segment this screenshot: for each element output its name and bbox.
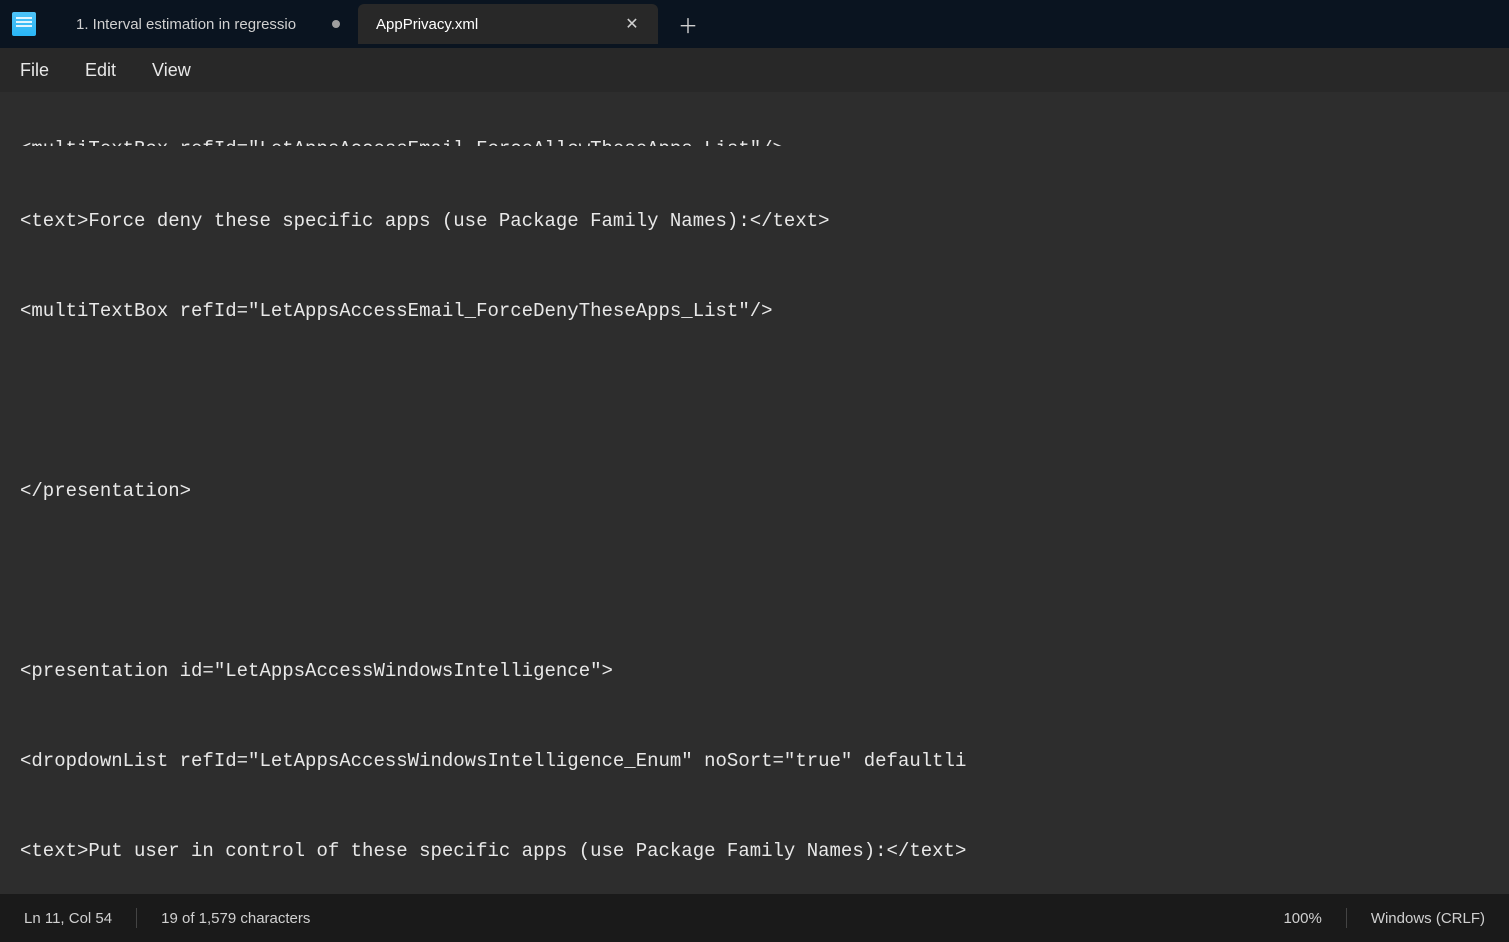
code-line: [20, 386, 1489, 416]
separator: [1346, 908, 1347, 928]
text-editor[interactable]: <multiTextBox refId="LetAppsAccessEmail_…: [0, 92, 1509, 894]
code-line: <presentation id="LetAppsAccessWindowsIn…: [20, 656, 1489, 686]
zoom-level[interactable]: 100%: [1283, 910, 1321, 927]
statusbar: Ln 11, Col 54 19 of 1,579 characters 100…: [0, 894, 1509, 942]
menubar: File Edit View: [0, 48, 1509, 92]
selection-count: 19 of 1,579 characters: [161, 910, 310, 927]
code-line: <dropdownList refId="LetAppsAccessWindow…: [20, 746, 1489, 776]
dirty-indicator-icon: [332, 20, 340, 28]
tab-title: AppPrivacy.xml: [376, 16, 610, 33]
menu-edit[interactable]: Edit: [85, 60, 116, 81]
menu-file[interactable]: File: [20, 60, 49, 81]
cursor-position[interactable]: Ln 11, Col 54: [24, 910, 112, 927]
code-line: </presentation>: [20, 476, 1489, 506]
code-line: <multiTextBox refId="LetAppsAccessEmail_…: [20, 134, 1489, 146]
tab-interval-estimation[interactable]: 1. Interval estimation in regressio: [58, 4, 358, 44]
tab-appprivacy[interactable]: AppPrivacy.xml ✕: [358, 4, 658, 44]
notepad-icon: [12, 12, 36, 36]
code-line: <text>Put user in control of these speci…: [20, 836, 1489, 866]
separator: [136, 908, 137, 928]
titlebar: 1. Interval estimation in regressio AppP…: [0, 0, 1509, 48]
code-line: <text>Force deny these specific apps (us…: [20, 206, 1489, 236]
code-line: [20, 566, 1489, 596]
code-line: <multiTextBox refId="LetAppsAccessEmail_…: [20, 296, 1489, 326]
close-icon[interactable]: ✕: [624, 14, 640, 34]
tab-title: 1. Interval estimation in regressio: [76, 16, 318, 33]
line-ending[interactable]: Windows (CRLF): [1371, 910, 1485, 927]
new-tab-button[interactable]: ＋: [668, 4, 708, 44]
menu-view[interactable]: View: [152, 60, 191, 81]
